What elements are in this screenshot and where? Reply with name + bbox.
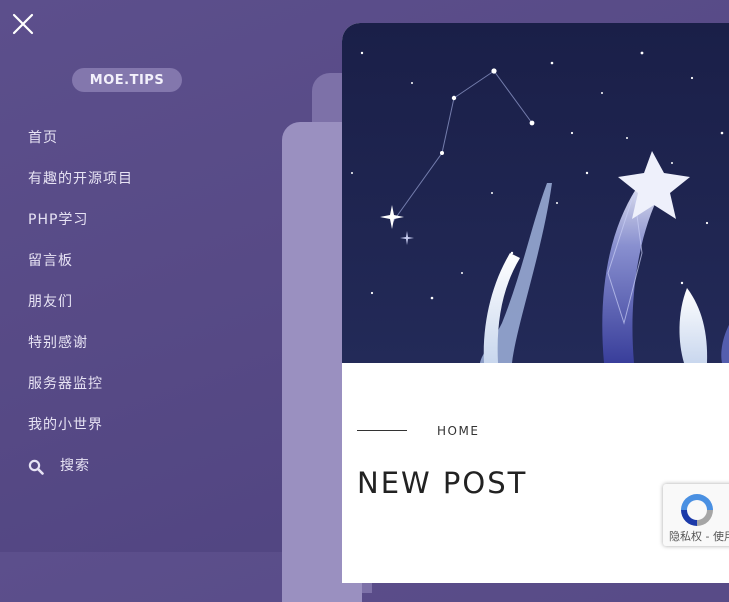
post-title[interactable]: NEW POST: [357, 466, 527, 500]
nav-item-thanks[interactable]: 特别感谢: [28, 331, 133, 372]
nav-item-home[interactable]: 首页: [28, 126, 133, 167]
site-brand-link[interactable]: MOE.TIPS: [72, 68, 182, 92]
nav-item-php[interactable]: PHP学习: [28, 208, 133, 249]
search-icon: [28, 459, 44, 475]
close-menu-button[interactable]: [12, 13, 34, 35]
nav-item-my-world[interactable]: 我的小世界: [28, 413, 133, 454]
breadcrumb-divider: [357, 430, 407, 431]
search-label: 搜索: [60, 458, 90, 474]
nav-item-server-monitor[interactable]: 服务器监控: [28, 372, 133, 413]
breadcrumb-home[interactable]: HOME: [437, 424, 479, 438]
post-cover-image: [342, 23, 729, 363]
close-icon: [12, 13, 34, 35]
recaptcha-logo-icon: [681, 494, 713, 526]
nav-item-friends[interactable]: 朋友们: [28, 290, 133, 331]
sidebar-nav: 首页 有趣的开源项目 PHP学习 留言板 朋友们 特别感谢 服务器监控 我的小世…: [28, 126, 133, 495]
brand-label: MOE.TIPS: [89, 72, 165, 88]
recaptcha-badge[interactable]: 隐私权 - 使用条款: [663, 484, 729, 546]
nav-item-open-source[interactable]: 有趣的开源项目: [28, 167, 133, 208]
nav-item-search[interactable]: 搜索: [28, 454, 133, 495]
nav-item-guestbook[interactable]: 留言板: [28, 249, 133, 290]
recaptcha-terms-link[interactable]: 隐私权 - 使用条款: [669, 528, 729, 544]
